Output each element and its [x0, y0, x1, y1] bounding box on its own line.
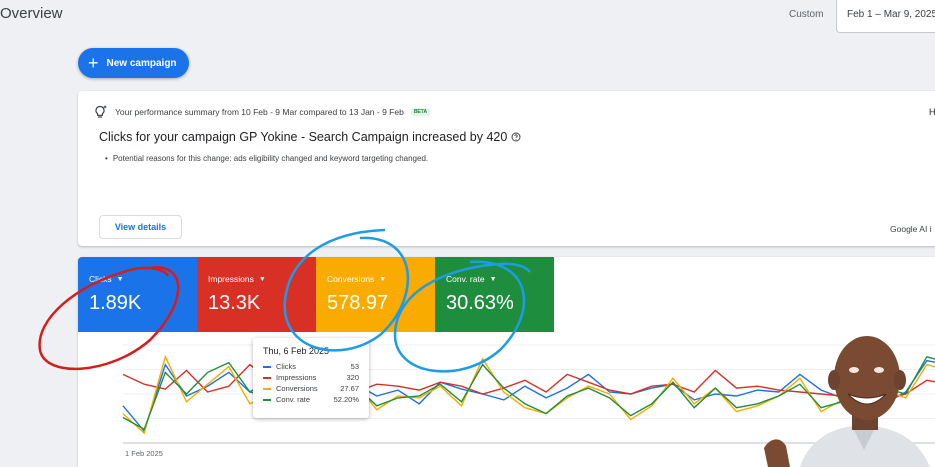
tooltip-row-name: Conv. rate	[276, 395, 311, 404]
tooltip-row-value: 52.20%	[333, 395, 359, 404]
dropdown-caret-icon[interactable]: ▼	[117, 276, 124, 283]
tooltip-row-name: Conversions	[276, 384, 318, 393]
plus-icon: +	[88, 53, 99, 73]
metric-label-text: Impressions	[208, 274, 254, 284]
metric-value: 578.97	[327, 292, 389, 314]
metric-tile-clicks[interactable]: Clicks ▼ 1.89K	[78, 257, 197, 332]
metric-tiles: Clicks ▼ 1.89K Impressions ▼ 13.3K Convers…	[78, 257, 554, 332]
tooltip-row-name: Clicks	[276, 362, 296, 371]
performance-summary-card: Your performance summary from 10 Feb - 9…	[78, 91, 935, 246]
new-campaign-label: New campaign	[106, 57, 177, 69]
presenter-eye-left	[849, 367, 859, 373]
chart-tooltip: Thu, 6 Feb 2025 Clicks 53 Impressions 32…	[253, 338, 369, 418]
presenter-eye-right	[874, 367, 884, 373]
presenter-head	[834, 336, 900, 420]
lightbulb-icon	[95, 105, 107, 118]
tooltip-row: Impressions 320	[263, 372, 359, 383]
tooltip-row-name: Impressions	[276, 373, 317, 382]
date-range-picker[interactable]: Feb 1 – Mar 9, 2025	[836, 0, 935, 33]
metric-label-text: Conversions	[327, 274, 375, 284]
metric-label: Conv. rate ▼	[446, 274, 554, 284]
metric-value: 1.89K	[89, 292, 142, 314]
presenter-ear-right	[894, 370, 906, 390]
tooltip-row-value: 320	[346, 373, 359, 382]
google-ai-note: Google AI i	[890, 224, 932, 234]
metric-value: 30.63%	[446, 292, 514, 314]
tooltip-row-value: 53	[350, 362, 359, 371]
presenter-ear-left	[828, 370, 840, 390]
metric-tile-conversions[interactable]: Conversions ▼ 578.97	[316, 257, 435, 332]
tooltip-row-value: 27.67	[340, 384, 359, 393]
metric-value: 13.3K	[208, 292, 261, 314]
summary-reason: • Potential reasons for this change: ads …	[105, 154, 428, 163]
metric-label: Impressions ▼	[208, 274, 316, 284]
beta-badge: BETA	[410, 108, 431, 116]
summary-headline: Clicks for your campaign GP Yokine - Sea…	[99, 130, 521, 144]
metric-tile-impressions[interactable]: Impressions ▼ 13.3K	[197, 257, 316, 332]
new-campaign-button[interactable]: + New campaign	[78, 48, 189, 78]
summary-right-cutoff: H	[929, 107, 935, 117]
bullet-icon: •	[105, 154, 108, 163]
swatch-conversions	[263, 387, 271, 390]
dropdown-caret-icon[interactable]: ▼	[490, 276, 497, 283]
metric-label-text: Conv. rate	[446, 274, 485, 284]
swatch-conv-rate	[263, 398, 271, 401]
x-axis-start-label: 1 Feb 2025	[125, 449, 163, 458]
swatch-clicks	[263, 365, 271, 368]
tooltip-row: Conv. rate 52.20%	[263, 394, 359, 405]
swatch-impressions	[263, 376, 271, 379]
presenter-hand	[764, 439, 790, 467]
summary-headline-text: Clicks for your campaign GP Yokine - Sea…	[99, 130, 508, 144]
summary-intro: Your performance summary from 10 Feb - 9…	[115, 107, 404, 117]
tooltip-row: Conversions 27.67	[263, 383, 359, 394]
metric-label-text: Clicks	[89, 274, 112, 284]
metric-label: Conversions ▼	[327, 274, 435, 284]
help-icon[interactable]	[511, 132, 521, 142]
dropdown-caret-icon[interactable]: ▼	[379, 276, 386, 283]
metric-label: Clicks ▼	[89, 274, 197, 284]
view-details-button[interactable]: View details	[99, 215, 182, 239]
dropdown-caret-icon[interactable]: ▼	[259, 276, 266, 283]
summary-header: Your performance summary from 10 Feb - 9…	[93, 104, 431, 120]
summary-reason-text: Potential reasons for this change: ads e…	[112, 154, 429, 163]
presenter-photo	[764, 336, 930, 467]
tooltip-row: Clicks 53	[263, 361, 359, 372]
tooltip-date: Thu, 6 Feb 2025	[263, 346, 330, 356]
date-type-label: Custom	[789, 9, 824, 20]
metric-tile-conv-rate[interactable]: Conv. rate ▼ 30.63%	[435, 257, 554, 332]
page-title: Overview	[0, 5, 63, 22]
